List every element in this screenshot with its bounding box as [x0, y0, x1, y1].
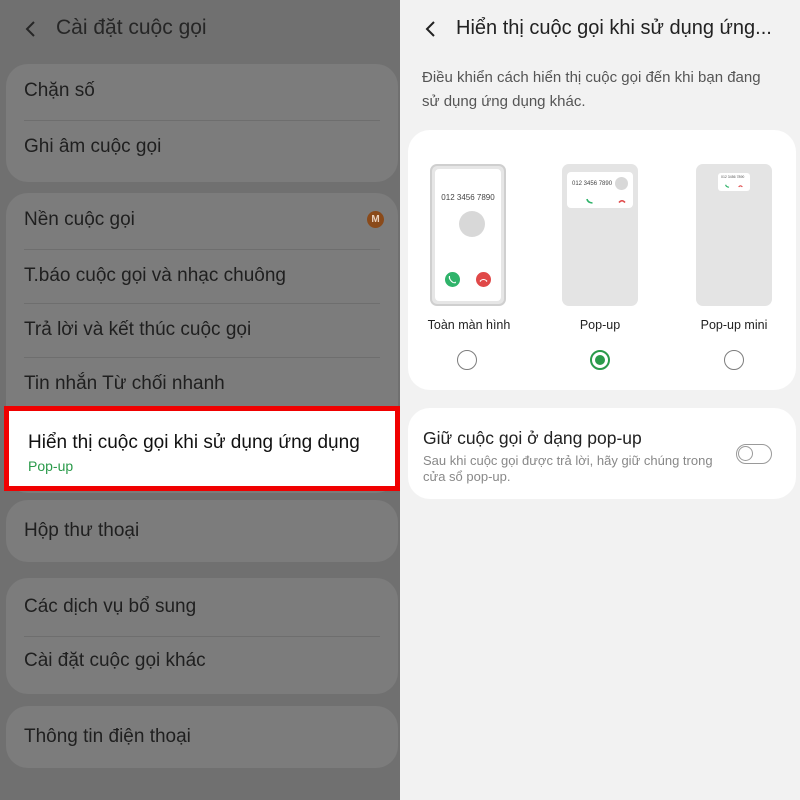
setting-supplementary-services[interactable]: Các dịch vụ bổ sung: [24, 580, 380, 634]
setting-phone-info[interactable]: Thông tin điện thoại: [24, 710, 380, 764]
call-display-panel: Hiển thị cuộc gọi khi sử dụng ứng... Điề…: [400, 0, 800, 800]
setting-call-background[interactable]: Nền cuộc gọi: [24, 193, 380, 247]
option-label-popup: Pop-up: [579, 318, 621, 332]
setting-value: Pop-up: [28, 458, 74, 474]
setting-block-number[interactable]: Chặn số: [24, 64, 380, 118]
page-title: Cài đặt cuộc gọi: [56, 16, 207, 39]
preview-phone-number: 012 3456 7890: [572, 181, 613, 187]
setting-quick-decline-messages[interactable]: Tin nhắn Từ chối nhanh: [24, 357, 380, 411]
back-arrow-icon[interactable]: [20, 19, 40, 39]
fullscreen-preview[interactable]: 012 3456 7890: [430, 164, 506, 306]
accept-call-icon: [586, 198, 593, 204]
call-settings-panel: Cài đặt cuộc gọi Chặn số Ghi âm cuộc gọi…: [0, 0, 400, 800]
popup-card: 012 3456 7890: [567, 172, 633, 208]
popup-mini-preview[interactable]: 012 3456 7890: [696, 164, 772, 306]
reject-call-icon: [476, 272, 491, 287]
setting-answer-end-calls[interactable]: Trả lời và kết thúc cuộc gọi: [24, 303, 380, 357]
keep-popup-setting[interactable]: Giữ cuộc gọi ở dạng pop-up Sau khi cuộc …: [408, 408, 796, 499]
page-description: Điều khiển cách hiển thị cuộc gọi đến kh…: [422, 69, 761, 110]
keep-popup-description: Sau khi cuộc gọi được trả lời, hãy giữ c…: [423, 453, 713, 484]
back-arrow-icon[interactable]: [420, 19, 440, 39]
settings-group-5: Thông tin điện thoại: [6, 706, 398, 768]
setting-voicemail[interactable]: Hộp thư thoại: [24, 504, 380, 558]
popup-preview[interactable]: 012 3456 7890: [562, 164, 638, 306]
notification-badge: M: [367, 211, 384, 228]
avatar: [615, 177, 628, 190]
reject-call-icon: [618, 199, 626, 204]
settings-group-3: Hộp thư thoại: [6, 500, 398, 562]
accept-call-icon: [725, 184, 730, 188]
preview-phone-number: 012 3456 7890: [441, 193, 495, 202]
radio-popup[interactable]: [590, 350, 610, 370]
avatar: [459, 211, 485, 237]
keep-popup-title: Giữ cuộc gọi ở dạng pop-up: [423, 428, 642, 448]
setting-call-display-highlighted[interactable]: Hiển thị cuộc gọi khi sử dụng ứng dụng P…: [4, 406, 400, 491]
settings-group-1: Chặn số Ghi âm cuộc gọi: [6, 64, 398, 182]
radio-popup-mini[interactable]: [724, 350, 744, 370]
display-options-card: 012 3456 7890 012 3456 7890 012 3456 789…: [408, 130, 796, 390]
setting-other-call-settings[interactable]: Cài đặt cuộc gọi khác: [24, 634, 380, 688]
keep-popup-toggle[interactable]: [736, 444, 772, 464]
setting-call-recording[interactable]: Ghi âm cuộc gọi: [24, 120, 380, 174]
settings-group-4: Các dịch vụ bổ sung Cài đặt cuộc gọi khá…: [6, 578, 398, 694]
popup-mini-card: 012 3456 7890: [718, 173, 750, 191]
setting-label: Hiển thị cuộc gọi khi sử dụng ứng dụng: [28, 432, 360, 453]
preview-phone-number: 012 3456 7890: [721, 175, 745, 179]
setting-call-alerts-ringtone[interactable]: T.báo cuộc gọi và nhạc chuông: [24, 249, 380, 303]
page-title: Hiển thị cuộc gọi khi sử dụng ứng...: [456, 17, 772, 39]
radio-fullscreen[interactable]: [457, 350, 477, 370]
option-label-fullscreen: Toàn màn hình: [427, 318, 511, 332]
reject-call-icon: [738, 185, 743, 188]
option-label-popup-mini: Pop-up mini: [700, 318, 768, 332]
accept-call-icon: [445, 272, 460, 287]
preview-screen: 012 3456 7890: [435, 169, 501, 301]
